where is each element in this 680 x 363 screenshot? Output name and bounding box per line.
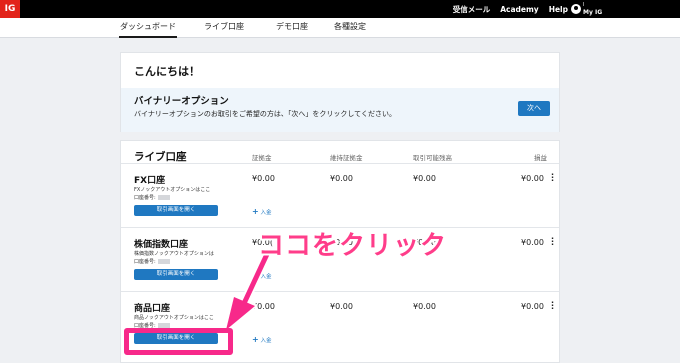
- available-balance-value: ¥0.00: [413, 174, 436, 183]
- column-maintenance-margin: 維持証拠金: [330, 154, 363, 162]
- top-links: 受信メール Academy Help: [453, 0, 568, 18]
- tab-settings[interactable]: 各種設定: [332, 18, 368, 38]
- greeting-card: こんにちは！ バイナリーオプション バイナリーオプションのお取引をご希望の方は、…: [120, 52, 560, 132]
- column-profit-loss: 損益: [534, 154, 547, 162]
- account-number: 口座番号:: [134, 258, 170, 265]
- tab-demo-account[interactable]: デモ口座: [270, 18, 314, 38]
- account-subtitle: 株価指数ノックアウトオプションはここ: [134, 251, 214, 257]
- top-bar: IG 受信メール Academy Help I My IG: [0, 0, 680, 18]
- more-options-icon[interactable]: · · ·: [551, 171, 554, 185]
- masked-account-number: [157, 195, 170, 200]
- next-button[interactable]: 次へ: [518, 101, 550, 116]
- account-number-label: 口座番号:: [134, 259, 156, 265]
- deposit-label: 入金: [260, 210, 272, 216]
- user-menu[interactable]: I My IG: [569, 1, 680, 18]
- main-nav: ダッシュボード ライブ口座 デモ口座 各種設定: [0, 18, 680, 38]
- deposit-link[interactable]: + 入金: [252, 335, 271, 344]
- masked-account-number: [157, 259, 170, 264]
- academy-link[interactable]: Academy: [500, 5, 538, 14]
- greeting-title: こんにちは！: [134, 65, 200, 78]
- deposit-link[interactable]: + 入金: [252, 207, 271, 216]
- deposit-link[interactable]: + 入金: [252, 271, 271, 280]
- help-link[interactable]: Help: [549, 5, 568, 14]
- margin-value: ¥0.00: [252, 174, 275, 183]
- binary-option-description: バイナリーオプションのお取引をご希望の方は、「次へ」をクリックしてください。: [134, 110, 396, 118]
- account-subtitle: FXノックアウトオプションはここ: [134, 187, 211, 193]
- account-name: FX口座: [134, 176, 166, 186]
- profit-loss-value: ¥0.00: [521, 174, 544, 183]
- my-ig-label: My IG: [583, 9, 603, 16]
- profit-loss-value: ¥0.00: [521, 238, 544, 247]
- more-options-icon[interactable]: · · ·: [551, 235, 554, 249]
- account-name: 株価指数口座: [134, 240, 189, 250]
- column-margin: 証拠金: [252, 154, 272, 162]
- binary-option-banner: バイナリーオプション バイナリーオプションのお取引をご希望の方は、「次へ」をクリ…: [121, 88, 559, 132]
- binary-option-title: バイナリーオプション: [134, 96, 229, 107]
- account-number: 口座番号:: [134, 194, 170, 201]
- annotation-highlight-box: [124, 328, 233, 355]
- column-available-balance: 取引可能残高: [413, 154, 452, 162]
- plus-icon: +: [252, 335, 259, 344]
- plus-icon: +: [252, 271, 259, 280]
- maintenance-margin-value: ¥0.00: [330, 174, 353, 183]
- open-trading-platform-button[interactable]: 取引画面を開く: [134, 205, 218, 216]
- inbox-link[interactable]: 受信メール: [453, 4, 491, 15]
- account-number-label: 口座番号:: [134, 195, 156, 201]
- tab-live-account[interactable]: ライブ口座: [200, 18, 248, 38]
- maintenance-margin-value: ¥0.00: [330, 302, 353, 311]
- profit-loss-value: ¥0.00: [521, 302, 544, 311]
- account-subtitle: 商品ノックアウトオプションはここ: [134, 315, 214, 321]
- available-balance-value: ¥0.00: [413, 302, 436, 311]
- account-name: 商品口座: [134, 304, 171, 314]
- tab-dashboard[interactable]: ダッシュボード: [119, 18, 177, 38]
- deposit-label: 入金: [260, 274, 272, 280]
- account-row-fx: FX口座 FXノックアウトオプションはここ 口座番号: 取引画面を開く + 入金…: [121, 163, 559, 227]
- more-options-icon[interactable]: · · ·: [551, 299, 554, 313]
- deposit-label: 入金: [260, 338, 272, 344]
- annotation-callout: ココをクリック: [258, 231, 448, 261]
- ig-logo[interactable]: IG: [0, 0, 20, 18]
- margin-value: ¥0.00: [252, 302, 275, 311]
- live-accounts-title: ライブ口座: [134, 151, 187, 163]
- user-name: I: [583, 2, 585, 8]
- open-trading-platform-button[interactable]: 取引画面を開く: [134, 269, 218, 280]
- user-icon: [571, 4, 581, 14]
- plus-icon: +: [252, 207, 259, 216]
